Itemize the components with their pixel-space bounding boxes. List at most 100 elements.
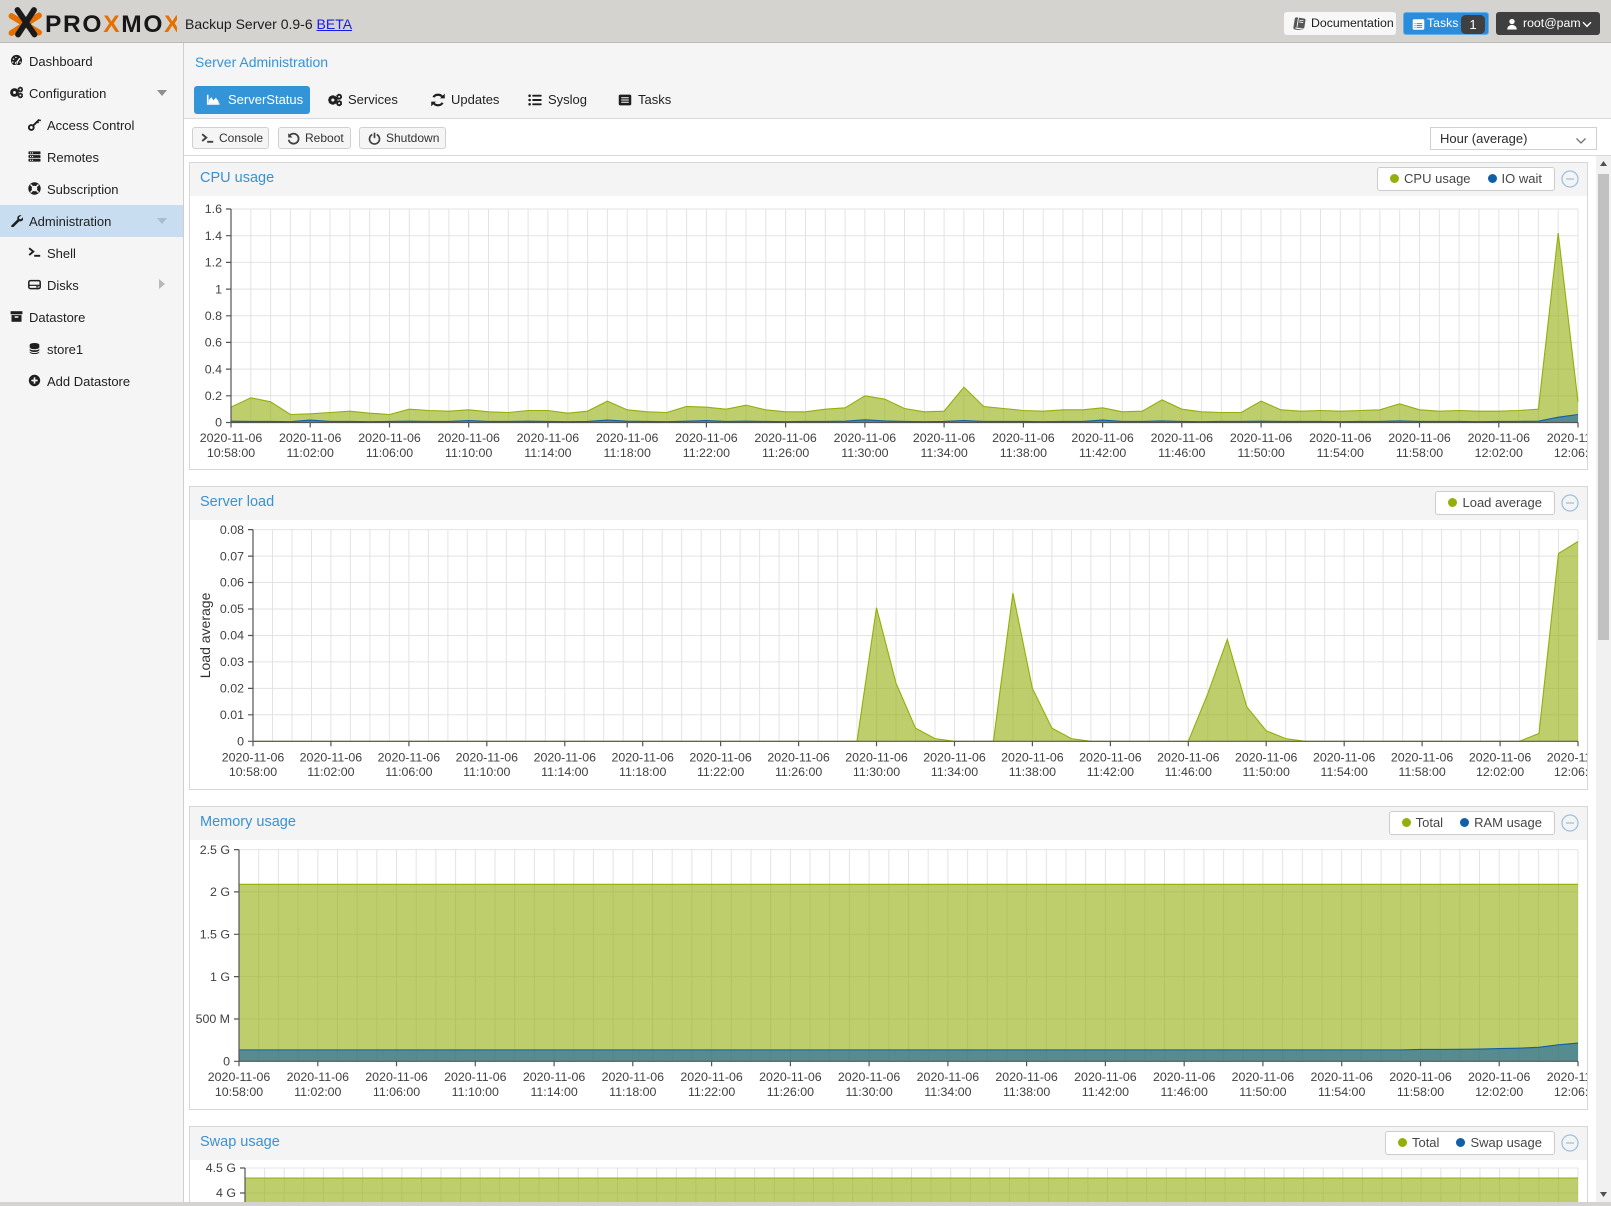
svg-text:11:06:00: 11:06:00 [373,1085,420,1099]
svg-text:2020-11-06: 2020-11-06 [1468,1070,1531,1084]
svg-text:11:54:00: 11:54:00 [1318,1085,1365,1099]
svg-text:12:06:00: 12:06:00 [1554,765,1587,779]
svg-text:11:34:00: 11:34:00 [931,765,978,779]
svg-text:2020-11-06: 2020-11-06 [1313,751,1376,765]
svg-text:2020-11-06: 2020-11-06 [437,431,500,445]
svg-text:0: 0 [237,735,244,749]
svg-text:11:50:00: 11:50:00 [1243,765,1290,779]
svg-text:11:30:00: 11:30:00 [845,1085,892,1099]
svg-text:11:18:00: 11:18:00 [619,765,666,779]
svg-text:2020-11-06: 2020-11-06 [992,431,1055,445]
svg-text:11:02:00: 11:02:00 [307,765,354,779]
svg-text:2020-11-06: 2020-11-06 [1001,751,1064,765]
svg-text:2020-11-06: 2020-11-06 [1547,751,1587,765]
svg-text:1: 1 [215,282,222,296]
svg-text:0.8: 0.8 [205,309,222,323]
svg-text:2020-11-06: 2020-11-06 [675,431,738,445]
svg-text:12:06:00: 12:06:00 [1554,1085,1587,1099]
svg-text:11:14:00: 11:14:00 [524,446,571,460]
svg-text:11:42:00: 11:42:00 [1082,1085,1129,1099]
svg-text:2020-11-06: 2020-11-06 [1309,431,1372,445]
svg-text:11:54:00: 11:54:00 [1321,765,1368,779]
svg-text:11:14:00: 11:14:00 [530,1085,577,1099]
svg-text:2020-11-06: 2020-11-06 [596,431,659,445]
svg-text:11:58:00: 11:58:00 [1396,446,1443,460]
svg-text:10:58:00: 10:58:00 [215,1085,263,1099]
svg-text:2020-11-06: 2020-11-06 [1230,431,1293,445]
svg-text:1.2: 1.2 [205,256,222,270]
svg-text:12:02:00: 12:02:00 [1475,1085,1523,1099]
svg-text:4 G: 4 G [216,1186,236,1200]
svg-text:11:26:00: 11:26:00 [767,1085,814,1099]
svg-text:11:30:00: 11:30:00 [853,765,900,779]
svg-text:11:42:00: 11:42:00 [1079,446,1126,460]
svg-text:11:02:00: 11:02:00 [294,1085,341,1099]
svg-text:0.06: 0.06 [220,576,244,590]
svg-text:2020-11-06: 2020-11-06 [456,751,519,765]
svg-text:11:22:00: 11:22:00 [683,446,730,460]
svg-text:2020-11-06: 2020-11-06 [1151,431,1214,445]
svg-text:2020-11-06: 2020-11-06 [923,751,986,765]
svg-text:0.2: 0.2 [205,389,222,403]
svg-text:11:46:00: 11:46:00 [1165,765,1212,779]
svg-text:2020-11-06: 2020-11-06 [378,751,441,765]
svg-text:11:38:00: 11:38:00 [1009,765,1056,779]
svg-text:2020-11-06: 2020-11-06 [534,751,597,765]
svg-text:0.05: 0.05 [220,602,244,616]
svg-text:1.6: 1.6 [205,202,222,216]
svg-text:11:42:00: 11:42:00 [1087,765,1134,779]
svg-text:1.5 G: 1.5 G [200,928,230,942]
svg-text:2020-11-06: 2020-11-06 [287,1070,350,1084]
svg-text:11:14:00: 11:14:00 [541,765,588,779]
svg-text:2020-11-06: 2020-11-06 [208,1070,271,1084]
svg-text:11:18:00: 11:18:00 [609,1085,656,1099]
svg-text:2020-11-06: 2020-11-06 [1232,1070,1295,1084]
svg-text:Load average: Load average [197,592,213,678]
svg-text:11:06:00: 11:06:00 [366,446,413,460]
svg-text:2020-11-06: 2020-11-06 [279,431,342,445]
svg-text:2020-11-06: 2020-11-06 [222,751,285,765]
svg-text:11:22:00: 11:22:00 [697,765,744,779]
svg-text:0.03: 0.03 [220,655,244,669]
svg-text:2020-11-06: 2020-11-06 [1157,751,1220,765]
svg-text:2020-11-06: 2020-11-06 [917,1070,980,1084]
svg-text:0: 0 [215,416,222,430]
svg-text:11:02:00: 11:02:00 [287,446,334,460]
svg-text:12:02:00: 12:02:00 [1476,765,1524,779]
svg-text:2020-11-06: 2020-11-06 [1389,1070,1452,1084]
svg-text:12:06:00: 12:06:00 [1554,446,1587,460]
svg-text:2020-11-06: 2020-11-06 [300,751,363,765]
svg-text:11:30:00: 11:30:00 [841,446,888,460]
svg-text:2020-11-06: 2020-11-06 [200,431,263,445]
svg-text:2 G: 2 G [210,885,230,899]
svg-text:2020-11-06: 2020-11-06 [689,751,752,765]
svg-text:11:22:00: 11:22:00 [688,1085,735,1099]
svg-text:11:10:00: 11:10:00 [463,765,510,779]
svg-text:2020-11-06: 2020-11-06 [358,431,421,445]
svg-text:2020-11-06: 2020-11-06 [834,431,897,445]
svg-text:2020-11-06: 2020-11-06 [1547,1070,1587,1084]
svg-text:2.5 G: 2.5 G [200,843,230,857]
svg-text:2020-11-06: 2020-11-06 [754,431,817,445]
svg-text:2020-11-06: 2020-11-06 [602,1070,665,1084]
svg-text:11:58:00: 11:58:00 [1397,1085,1444,1099]
svg-text:0.02: 0.02 [220,682,244,696]
svg-text:0.01: 0.01 [220,708,244,722]
svg-text:0.6: 0.6 [205,336,222,350]
svg-text:11:50:00: 11:50:00 [1239,1085,1286,1099]
svg-text:2020-11-06: 2020-11-06 [838,1070,901,1084]
svg-text:2020-11-06: 2020-11-06 [767,751,830,765]
svg-text:2020-11-06: 2020-11-06 [1468,431,1531,445]
svg-text:11:46:00: 11:46:00 [1158,446,1205,460]
svg-text:10:58:00: 10:58:00 [229,765,277,779]
svg-text:11:46:00: 11:46:00 [1161,1085,1208,1099]
svg-text:1.4: 1.4 [205,229,222,243]
svg-text:11:10:00: 11:10:00 [452,1085,499,1099]
svg-text:11:26:00: 11:26:00 [762,446,809,460]
svg-text:10:58:00: 10:58:00 [207,446,255,460]
svg-text:2020-11-06: 2020-11-06 [444,1070,507,1084]
svg-text:2020-11-06: 2020-11-06 [680,1070,743,1084]
svg-text:11:10:00: 11:10:00 [445,446,492,460]
svg-text:2020-11-06: 2020-11-06 [365,1070,428,1084]
svg-text:500 M: 500 M [196,1012,230,1026]
